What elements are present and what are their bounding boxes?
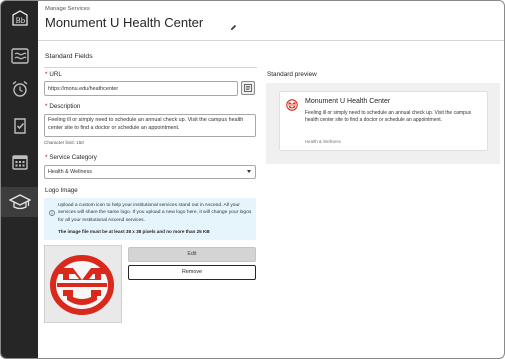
app-window: Bb Manage Services Monument U Health Cen…	[0, 0, 505, 359]
alarm-clock-icon[interactable]	[1, 74, 38, 104]
preview-logo-icon	[286, 99, 298, 111]
description-textarea[interactable]: Feeling ill or simply need to schedule a…	[44, 114, 256, 137]
logo-info-box: Upload a custom icon to help your instit…	[44, 198, 256, 240]
edit-logo-button[interactable]: Edit	[128, 247, 256, 262]
breadcrumb[interactable]: Manage Services	[45, 6, 90, 12]
calendar-icon[interactable]	[1, 147, 38, 177]
info-icon	[49, 203, 55, 221]
preview-card: Monument U Health Center Feeling ill or …	[279, 91, 488, 151]
logo-info-text: Upload a custom icon to help your instit…	[58, 203, 252, 223]
preview-service-category: Health & Wellness	[305, 139, 341, 144]
description-label: * Description	[45, 103, 81, 110]
remove-logo-button[interactable]: Remove	[128, 265, 256, 280]
logo-size-note: The image file must be at least 38 x 38 …	[58, 229, 210, 234]
category-select[interactable]: Health & Wellness	[44, 165, 256, 179]
activity-stream-icon[interactable]	[1, 41, 38, 71]
pencil-icon[interactable]	[230, 18, 237, 36]
library-icon	[244, 84, 252, 92]
left-nav: Bb	[1, 1, 38, 358]
page-title: Monument U Health Center	[45, 15, 204, 30]
character-limit: Character limit: 150	[44, 140, 84, 145]
section-title: Standard Fields	[45, 53, 93, 60]
preview-service-name: Monument U Health Center	[305, 98, 391, 105]
graduation-cap-icon[interactable]	[1, 187, 38, 217]
category-selected: Health & Wellness	[48, 169, 92, 175]
svg-text:Bb: Bb	[15, 17, 25, 25]
url-label: * URL	[45, 71, 62, 78]
tasks-icon[interactable]	[1, 111, 38, 141]
logo-image-preview	[44, 245, 122, 323]
chevron-down-icon	[247, 170, 251, 173]
preview-service-description: Feeling ill or simply need to schedule a…	[305, 110, 472, 123]
page-header: Manage Services Monument U Health Center	[38, 1, 504, 41]
preview-title: Standard preview	[267, 71, 317, 78]
monument-u-logo	[50, 255, 114, 315]
bb-logo-icon[interactable]: Bb	[1, 3, 38, 33]
url-input[interactable]: https://monu.edu/heathcenter	[44, 81, 238, 96]
divider	[44, 67, 257, 68]
logo-label: Logo Image	[45, 187, 78, 194]
library-button[interactable]	[241, 81, 255, 95]
category-label: * Service Category	[45, 154, 97, 161]
